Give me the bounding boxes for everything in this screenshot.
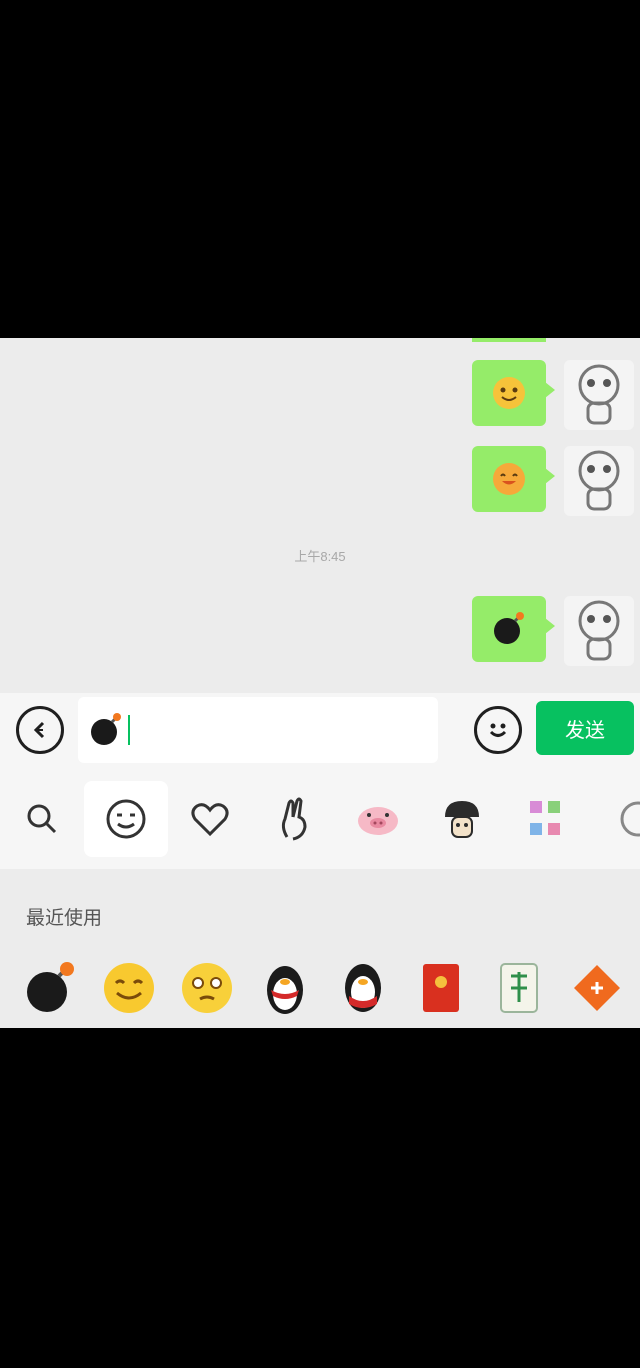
partial-bubble: [472, 338, 546, 342]
tab-mushroom-stickers[interactable]: [420, 781, 504, 857]
gesture-icon: [281, 797, 307, 841]
message-timestamp: 上午8:45: [294, 549, 346, 564]
recent-emoji[interactable]: [480, 953, 558, 1023]
tab-pig-stickers[interactable]: [336, 781, 420, 857]
tab-text-stickers[interactable]: [504, 781, 588, 857]
tab-favorites[interactable]: [168, 781, 252, 857]
bomb-emoji: [494, 612, 524, 644]
mushroom-icon: [445, 801, 479, 838]
avatar[interactable]: [564, 596, 634, 666]
pig-icon: [358, 807, 398, 835]
penguin-red-emoji: [345, 964, 381, 1012]
mahjong-emoji: [500, 963, 538, 1013]
recent-emoji[interactable]: [90, 953, 168, 1023]
recent-emoji-row: [12, 953, 640, 1023]
more-icon: [620, 801, 640, 837]
message-input[interactable]: [78, 697, 438, 763]
recent-emoji[interactable]: [558, 953, 636, 1023]
emoji-panel: 最近使用: [0, 869, 640, 1028]
smiley-icon: [106, 799, 146, 839]
recent-emoji[interactable]: [12, 953, 90, 1023]
message-bubble[interactable]: [472, 596, 555, 662]
tab-more-stickers[interactable]: [588, 781, 640, 857]
smile-emoji: [493, 377, 525, 409]
message-bubble[interactable]: [472, 360, 555, 426]
fortune-emoji: [574, 965, 620, 1011]
avatar-icon: [578, 450, 620, 511]
heart-icon: [191, 803, 229, 837]
avatar-icon: [578, 364, 620, 425]
tearful-emoji: [182, 963, 232, 1013]
message-bubble[interactable]: [472, 446, 555, 512]
message-row: [0, 360, 640, 430]
recent-section-title: 最近使用: [26, 908, 103, 929]
avatar[interactable]: [564, 446, 634, 516]
emoji-tab-bar: [0, 769, 640, 869]
emoji-button[interactable]: [474, 706, 522, 754]
recent-emoji[interactable]: [324, 953, 402, 1023]
happy-emoji: [104, 963, 154, 1013]
tab-gesture-stickers[interactable]: [252, 781, 336, 857]
text-cursor: [128, 715, 130, 745]
message-row: [0, 446, 640, 516]
voice-button[interactable]: [16, 706, 64, 754]
message-row: [0, 596, 640, 666]
avatar-icon: [578, 600, 620, 661]
penguin-emoji: [267, 966, 303, 1014]
avatar[interactable]: [564, 360, 634, 430]
tab-smileys[interactable]: [84, 781, 168, 857]
send-button[interactable]: 发送: [536, 701, 634, 755]
recent-emoji[interactable]: [168, 953, 246, 1023]
input-bar: 发送: [0, 693, 640, 769]
recent-emoji[interactable]: [402, 953, 480, 1023]
tab-search[interactable]: [0, 781, 84, 857]
chat-screen: 上午8:45 发送 最近使用: [0, 338, 640, 1028]
grin-emoji: [493, 463, 525, 495]
sticker-icon: [530, 801, 560, 835]
bomb-emoji: [91, 713, 121, 745]
message-list: 上午8:45: [0, 338, 640, 693]
search-icon: [27, 804, 57, 834]
voice-icon: [33, 721, 45, 739]
bomb-emoji: [27, 962, 74, 1012]
red-packet-emoji: [423, 964, 459, 1012]
emoji-icon: [489, 723, 507, 737]
recent-emoji[interactable]: [246, 953, 324, 1023]
